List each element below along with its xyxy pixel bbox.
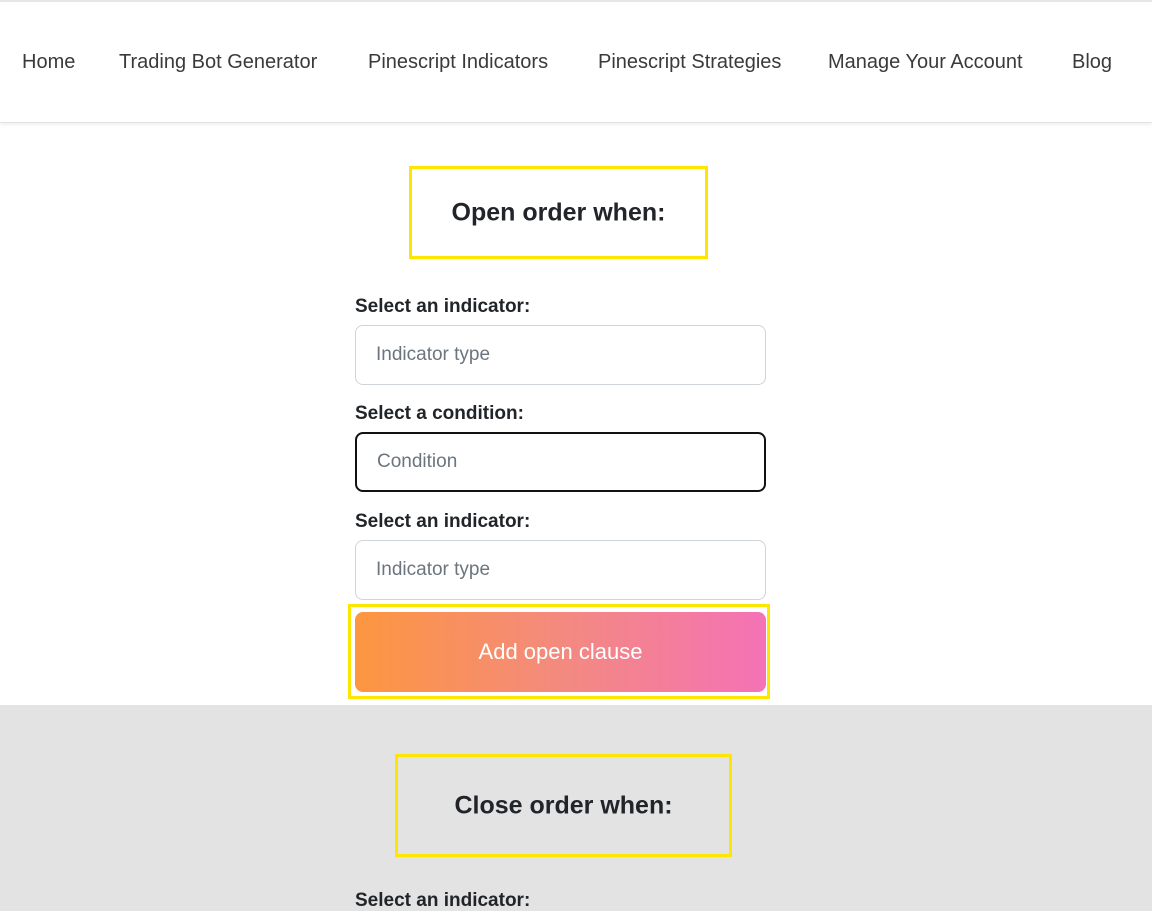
indicator-label-2: Select an indicator:	[355, 511, 531, 532]
nav-pinescript-indicators[interactable]: Pinescript Indicators	[368, 51, 548, 74]
nav-trading-bot-generator[interactable]: Trading Bot Generator	[119, 51, 317, 74]
condition-label: Select a condition:	[355, 403, 524, 424]
nav-home[interactable]: Home	[22, 51, 75, 74]
close-indicator-label: Select an indicator:	[355, 890, 531, 911]
top-nav: Home Trading Bot Generator Pinescript In…	[0, 0, 1152, 123]
indicator-type-input[interactable]	[355, 325, 766, 385]
close-order-heading-box: Close order when:	[395, 754, 732, 857]
add-open-clause-button[interactable]: Add open clause	[355, 612, 766, 692]
indicator-label: Select an indicator:	[355, 296, 531, 317]
open-order-heading-box: Open order when:	[409, 166, 708, 259]
nav-manage-account[interactable]: Manage Your Account	[828, 51, 1023, 74]
nav-pinescript-strategies[interactable]: Pinescript Strategies	[598, 51, 781, 74]
condition-input[interactable]	[355, 432, 766, 492]
indicator-type-input-2[interactable]	[355, 540, 766, 600]
close-order-title: Close order when:	[454, 791, 673, 819]
open-order-title: Open order when:	[451, 198, 666, 226]
nav-blog[interactable]: Blog	[1072, 51, 1112, 74]
